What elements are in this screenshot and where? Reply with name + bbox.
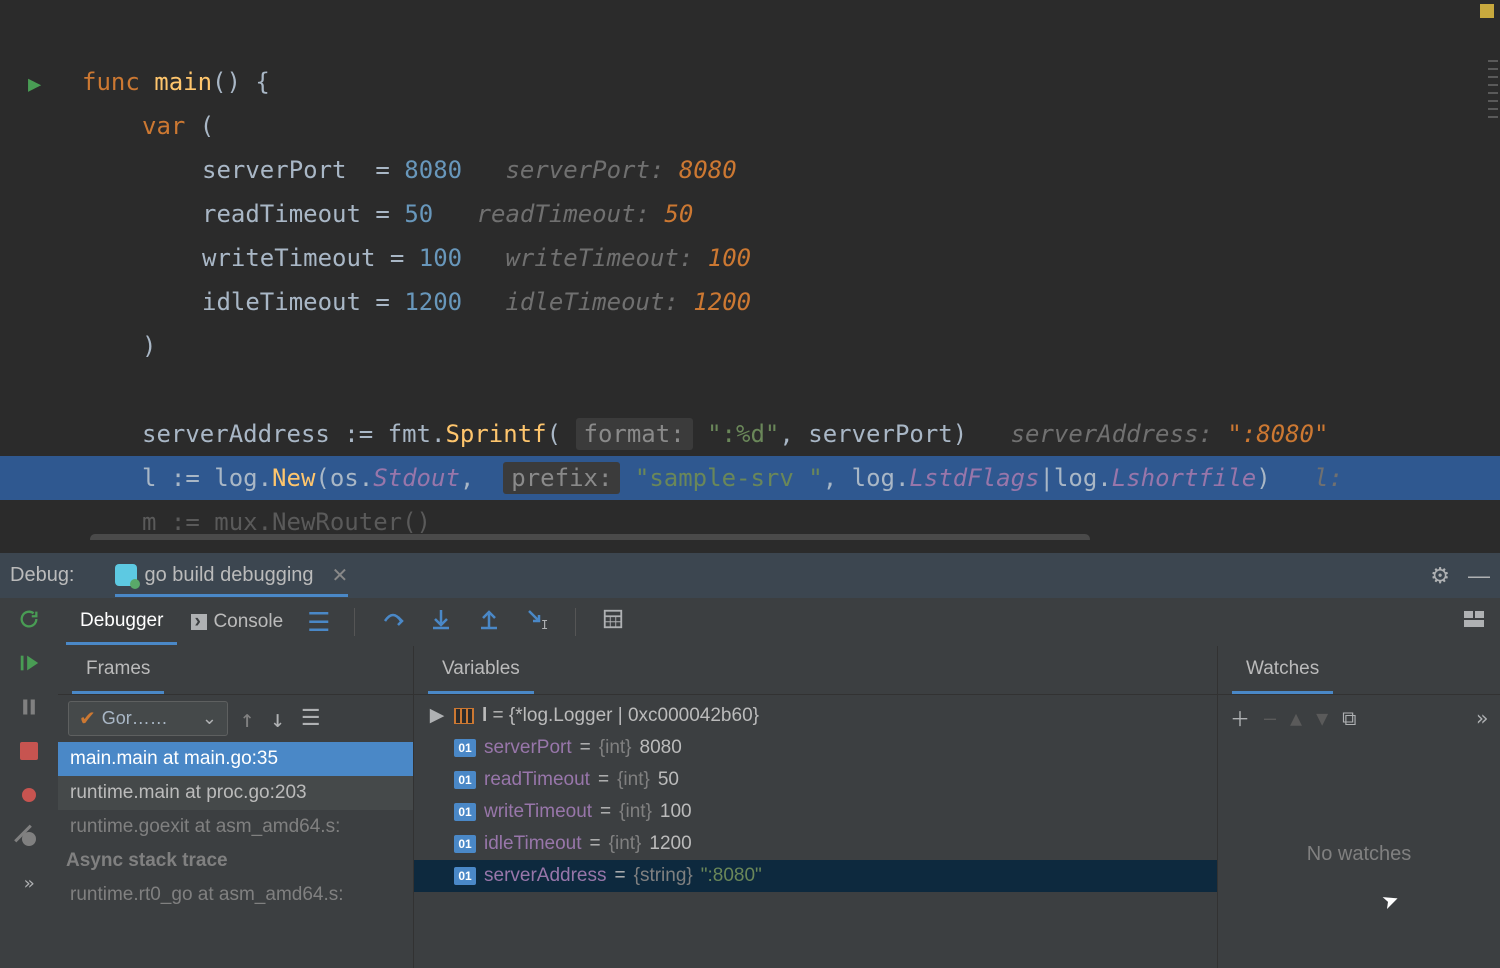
debug-header: Debug: go build debugging ✕ ⚙ — <box>0 553 1500 598</box>
frame-row[interactable]: main.main at main.go:35 <box>58 742 413 776</box>
watches-empty-text: No watches <box>1218 740 1500 968</box>
code-line[interactable]: ) <box>82 324 1500 368</box>
int-icon: 01 <box>454 771 476 789</box>
move-up-button[interactable]: ▲ <box>1290 706 1302 730</box>
debug-panel: Debug: go build debugging ✕ ⚙ — » Debugg… <box>0 553 1500 968</box>
debug-toolbar: Debugger Console ☰ I <box>58 598 1500 646</box>
goroutine-selector[interactable]: ✔Gor……⌄ <box>68 701 228 736</box>
frame-row[interactable]: runtime.rt0_go at asm_amd64.s: <box>58 878 413 912</box>
gopher-icon <box>115 564 137 586</box>
more-watch-icon[interactable]: » <box>1476 706 1488 730</box>
svg-text:I: I <box>541 618 548 631</box>
int-icon: 01 <box>454 803 476 821</box>
settings-icon[interactable]: ⚙ <box>1430 563 1450 589</box>
debug-tab-title: go build debugging <box>145 564 314 587</box>
add-watch-button[interactable]: ＋ <box>1230 703 1250 732</box>
code-line[interactable]: writeTimeout = 100 writeTimeout: 100 <box>82 236 1500 280</box>
console-tab[interactable]: Console <box>177 601 297 643</box>
evaluate-expression-button[interactable] <box>602 608 624 636</box>
variable-row[interactable]: 01idleTimeout = {int} 1200 <box>414 828 1217 860</box>
code-editor[interactable]: ▶ func main() { var ( serverPort = 8080 … <box>0 0 1500 540</box>
debug-label: Debug: <box>10 564 75 587</box>
step-into-button[interactable] <box>429 607 453 637</box>
watches-pane: Watches ＋ — ▲ ▼ ⧉ » No watches <box>1218 646 1500 968</box>
minimize-icon[interactable]: — <box>1468 563 1490 589</box>
variable-row[interactable]: 01readTimeout = {int} 50 <box>414 764 1217 796</box>
more-actions-icon[interactable]: » <box>16 870 42 896</box>
debug-side-toolbar: » <box>0 598 58 968</box>
debugger-tab[interactable]: Debugger <box>66 600 177 645</box>
int-icon: 01 <box>454 835 476 853</box>
frames-title: Frames <box>72 646 164 694</box>
int-icon: 01 <box>454 739 476 757</box>
step-over-button[interactable] <box>381 607 405 637</box>
expand-icon[interactable]: ▶ <box>428 704 446 727</box>
view-breakpoints-button[interactable] <box>16 782 42 808</box>
debug-run-tab[interactable]: go build debugging ✕ <box>115 555 349 597</box>
horizontal-scrollbar[interactable] <box>90 534 1090 540</box>
variable-row[interactable]: ▶l = {*log.Logger | 0xc000042b60} <box>414 699 1217 732</box>
frames-pane: Frames ✔Gor……⌄ ↑ ↓ ☰ main.main at main.g… <box>58 646 414 968</box>
stop-button[interactable] <box>16 738 42 764</box>
variable-row[interactable]: 01serverPort = {int} 8080 <box>414 732 1217 764</box>
analysis-marker <box>1480 4 1494 18</box>
layout-settings-button[interactable] <box>1462 607 1486 637</box>
console-icon <box>191 614 207 630</box>
async-divider: Async stack trace <box>58 844 413 878</box>
code-line[interactable]: serverAddress := fmt.Sprintf( format: ":… <box>82 412 1500 456</box>
chevron-down-icon: ⌄ <box>202 708 217 729</box>
threads-icon[interactable]: ☰ <box>307 607 330 638</box>
variable-row[interactable]: 01serverAddress = {string} ":8080" <box>414 860 1217 892</box>
variables-pane: Variables ▶l = {*log.Logger | 0xc000042b… <box>414 646 1218 968</box>
resume-button[interactable] <box>16 650 42 676</box>
close-tab-icon[interactable]: ✕ <box>332 563 349 588</box>
frame-list: main.main at main.go:35 runtime.main at … <box>58 742 413 968</box>
step-out-button[interactable] <box>477 607 501 637</box>
pause-button[interactable] <box>16 694 42 720</box>
watches-title: Watches <box>1232 646 1333 694</box>
frame-row[interactable]: runtime.main at proc.go:203 <box>58 776 413 810</box>
frame-row[interactable]: runtime.goexit at asm_amd64.s: <box>58 810 413 844</box>
int-icon: 01 <box>454 867 476 885</box>
next-frame-button[interactable]: ↓ <box>270 705 284 733</box>
check-icon: ✔ <box>79 706 96 731</box>
code-line[interactable]: idleTimeout = 1200 idleTimeout: 1200 <box>82 280 1500 324</box>
variables-title: Variables <box>428 646 534 694</box>
code-line[interactable]: func main() { <box>82 60 1500 104</box>
prev-frame-button[interactable]: ↑ <box>240 705 254 733</box>
code-line[interactable]: serverPort = 8080 serverPort: 8080 <box>82 148 1500 192</box>
filter-frames-icon[interactable]: ☰ <box>301 706 321 731</box>
variable-row[interactable]: 01writeTimeout = {int} 100 <box>414 796 1217 828</box>
object-icon <box>454 708 474 724</box>
code-line[interactable]: var ( <box>82 104 1500 148</box>
rerun-button[interactable] <box>16 606 42 632</box>
move-down-button[interactable]: ▼ <box>1316 706 1328 730</box>
code-line[interactable]: readTimeout = 50 readTimeout: 50 <box>82 192 1500 236</box>
mute-breakpoints-button[interactable] <box>16 826 42 852</box>
execution-line[interactable]: l := log.New(os.Stdout, prefix: "sample-… <box>0 456 1500 500</box>
remove-watch-button[interactable]: — <box>1264 706 1276 730</box>
duplicate-watch-button[interactable]: ⧉ <box>1342 706 1356 730</box>
run-to-cursor-button[interactable]: I <box>525 607 549 637</box>
run-gutter-icon[interactable]: ▶ <box>28 72 41 97</box>
